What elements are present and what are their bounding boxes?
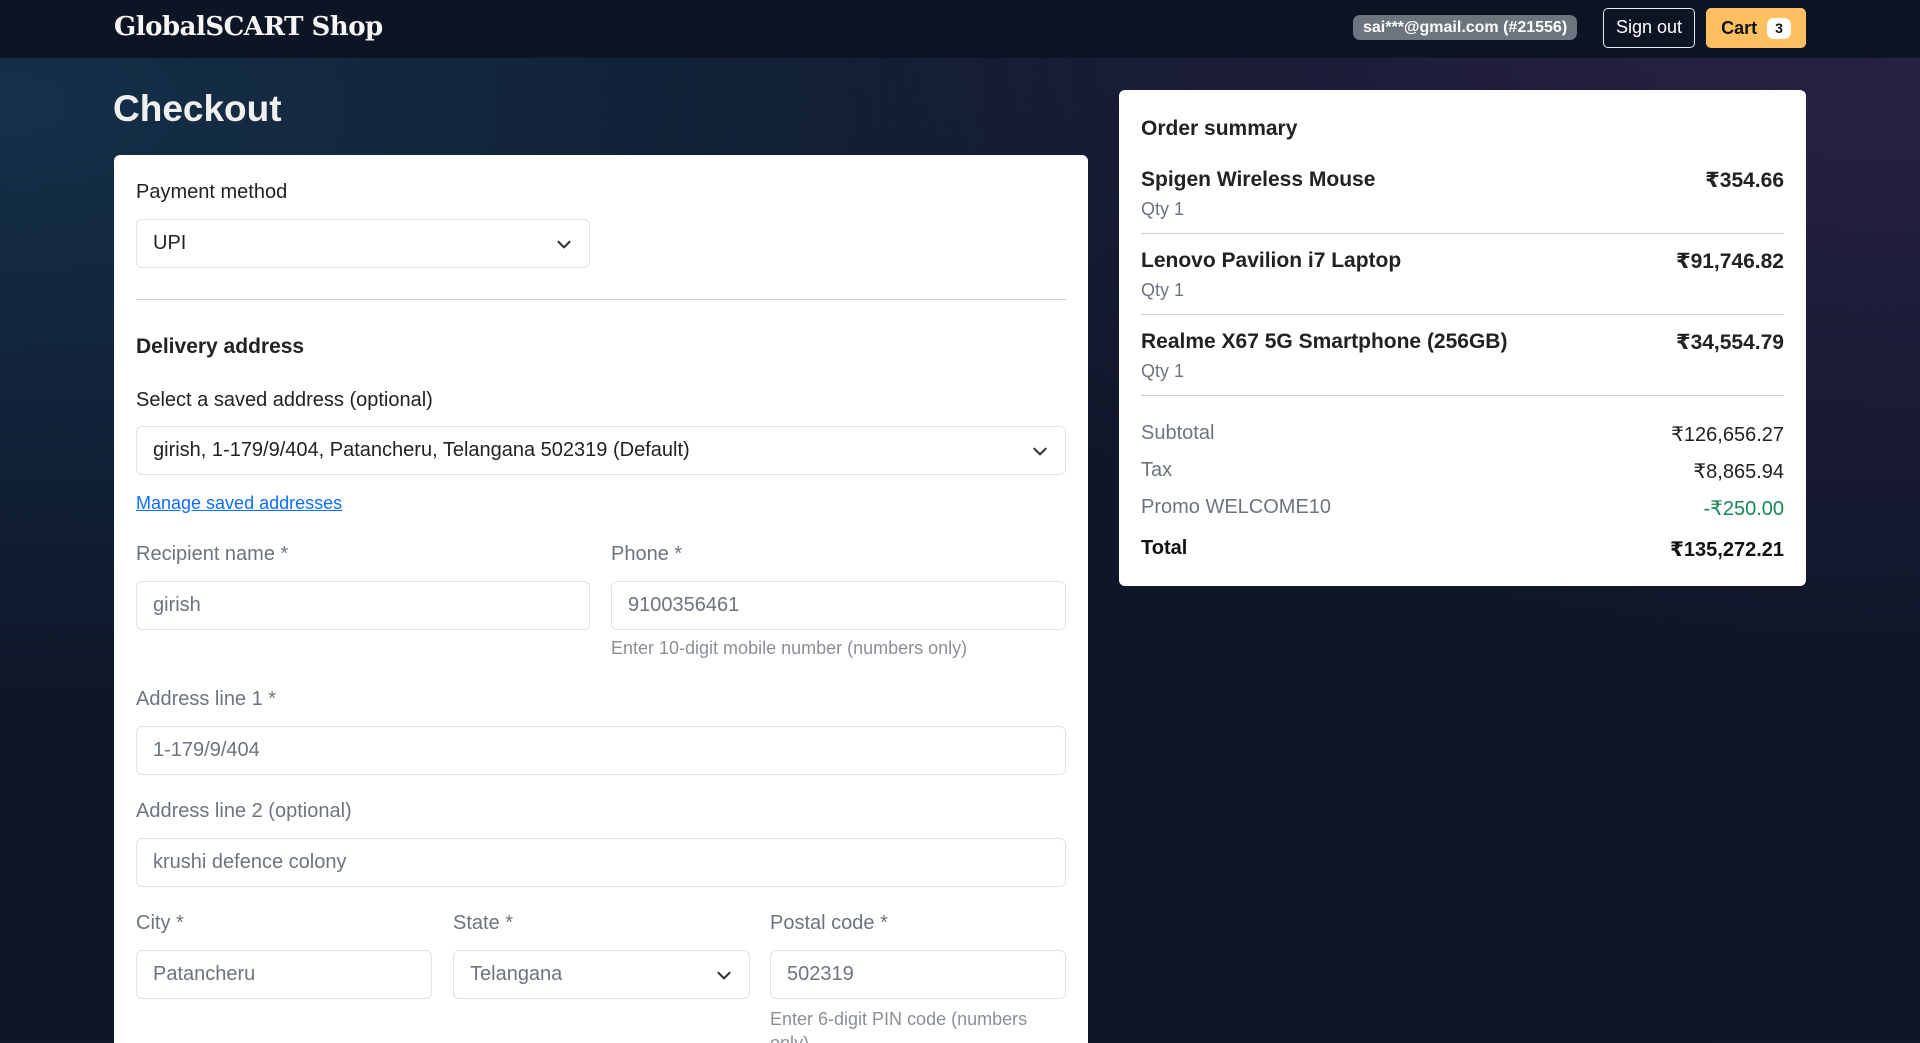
summary-item-qty: Qty 1 (1141, 361, 1185, 381)
cart-button[interactable]: Cart 3 (1706, 8, 1806, 48)
order-summary-title: Order summary (1141, 117, 1298, 140)
postal-code-hint: Enter 6-digit PIN code (numbers only) (770, 1009, 1028, 1043)
tax-label: Tax (1141, 459, 1173, 481)
summary-item-name: Lenovo Pavilion i7 Laptop (1141, 249, 1402, 272)
phone-label: Phone * (611, 543, 683, 565)
total-label: Total (1141, 537, 1188, 559)
phone-hint: Enter 10-digit mobile number (numbers on… (611, 638, 968, 658)
payment-method-select[interactable]: UPI (136, 219, 590, 268)
summary-item-qty: Qty 1 (1141, 280, 1185, 300)
tax-value: ₹8,865.94 (1693, 461, 1784, 483)
user-badge: sai***@gmail.com (#21556) (1353, 15, 1578, 40)
section-divider (136, 299, 1066, 300)
navbar: GlobalSCART Shop sai***@gmail.com (#2155… (0, 0, 1920, 58)
recipient-name-label: Recipient name * (136, 543, 289, 565)
summary-item-price: ₹34,554.79 (1675, 331, 1784, 354)
city-input[interactable] (136, 950, 432, 999)
summary-divider (1141, 314, 1784, 315)
subtotal-value: ₹126,656.27 (1671, 424, 1784, 446)
subtotal-label: Subtotal (1141, 422, 1215, 444)
promo-discount-value: -₹250.00 (1703, 498, 1784, 520)
summary-item-name: Spigen Wireless Mouse (1141, 168, 1376, 191)
chevron-down-icon (557, 240, 571, 249)
summary-item-price: ₹91,746.82 (1675, 250, 1784, 273)
promo-label: Promo WELCOME10 (1141, 496, 1332, 518)
city-label: City * (136, 912, 184, 934)
brand-logo[interactable]: GlobalSCART Shop (114, 12, 383, 42)
summary-item-name: Realme X67 5G Smartphone (256GB) (1141, 330, 1508, 353)
recipient-name-input[interactable] (136, 581, 590, 630)
summary-item-qty: Qty 1 (1141, 199, 1185, 219)
page-title: Checkout (113, 88, 282, 129)
delivery-address-heading: Delivery address (136, 335, 305, 358)
address-line1-input[interactable] (136, 726, 1066, 775)
sign-out-button[interactable]: Sign out (1603, 8, 1695, 48)
state-value: Telangana (470, 963, 563, 985)
order-summary-card: Order summary Spigen Wireless Mouse ₹354… (1119, 90, 1806, 586)
address-line2-input[interactable] (136, 838, 1066, 887)
state-label: State * (453, 912, 514, 934)
manage-saved-addresses-link[interactable]: Manage saved addresses (136, 493, 342, 514)
summary-divider (1141, 395, 1784, 396)
cart-label: Cart (1721, 17, 1758, 38)
saved-address-select[interactable]: girish, 1-179/9/404, Patancheru, Telanga… (136, 426, 1066, 475)
payment-method-value: UPI (153, 232, 187, 254)
address-line1-label: Address line 1 * (136, 688, 277, 710)
phone-input[interactable] (611, 581, 1066, 630)
postal-code-input[interactable] (770, 950, 1066, 999)
state-select[interactable]: Telangana (453, 950, 750, 999)
saved-address-label: Select a saved address (optional) (136, 389, 433, 411)
summary-item-price: ₹354.66 (1705, 169, 1784, 192)
postal-code-label: Postal code * (770, 912, 888, 934)
chevron-down-icon (1033, 447, 1047, 456)
saved-address-value: girish, 1-179/9/404, Patancheru, Telanga… (153, 439, 690, 461)
cart-count-badge: 3 (1767, 17, 1791, 39)
summary-divider (1141, 233, 1784, 234)
checkout-form-card: Payment method UPI Delivery address Sele… (114, 155, 1088, 1043)
total-value: ₹135,272.21 (1669, 539, 1784, 561)
payment-method-label: Payment method (136, 181, 288, 203)
chevron-down-icon (717, 971, 731, 980)
address-line2-label: Address line 2 (optional) (136, 800, 352, 822)
